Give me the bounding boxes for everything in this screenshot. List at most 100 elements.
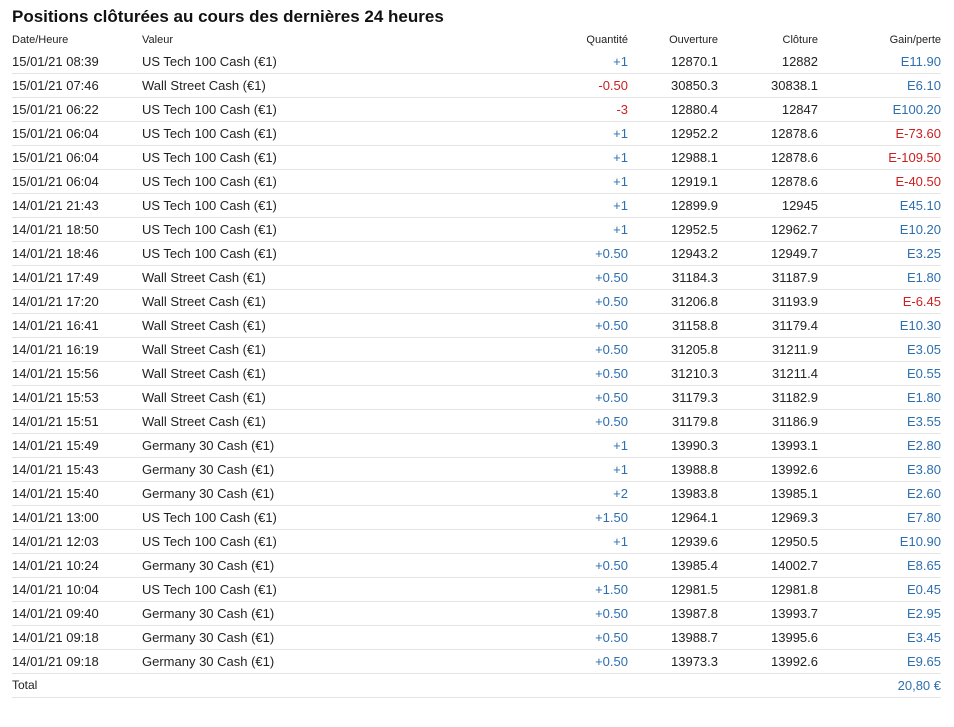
row-instrument: US Tech 100 Cash (€1)	[142, 50, 502, 74]
row-profit-loss: E-6.45	[818, 289, 941, 314]
column-header-name[interactable]: Valeur	[142, 31, 502, 50]
row-date: 15/01/21 06:04	[12, 169, 142, 194]
row-date: 14/01/21 17:20	[12, 289, 142, 314]
row-instrument: Wall Street Cash (€1)	[142, 265, 502, 290]
row-instrument: US Tech 100 Cash (€1)	[142, 529, 502, 554]
row-profit-loss: E9.65	[818, 649, 941, 674]
row-instrument: US Tech 100 Cash (€1)	[142, 169, 502, 194]
row-profit-loss: E0.55	[818, 361, 941, 386]
column-header-quantity[interactable]: Quantité	[502, 31, 628, 50]
table-row[interactable]: 14/01/21 09:18 Germany 30 Cash (€1) +0.50 1…	[12, 649, 941, 674]
row-open-price: 12988.1	[628, 145, 718, 170]
row-profit-loss: E0.45	[818, 577, 941, 602]
row-profit-loss: E10.20	[818, 217, 941, 242]
table-header-row: Date/Heure Valeur Quantité Ouverture Clô…	[12, 31, 941, 50]
row-quantity: +0.50	[502, 649, 628, 674]
table-row[interactable]: 14/01/21 18:46 US Tech 100 Cash (€1) +0.50…	[12, 241, 941, 266]
table-row[interactable]: 15/01/21 06:22 US Tech 100 Cash (€1) -3 128…	[12, 97, 941, 122]
row-date: 14/01/21 09:18	[12, 625, 142, 650]
row-instrument: Wall Street Cash (€1)	[142, 361, 502, 386]
row-quantity: +0.50	[502, 553, 628, 578]
row-open-price: 31184.3	[628, 265, 718, 290]
row-open-price: 30850.3	[628, 73, 718, 98]
row-close-price: 13992.6	[718, 457, 818, 482]
row-profit-loss: E-109.50	[818, 145, 941, 170]
table-row[interactable]: 14/01/21 17:49 Wall Street Cash (€1) +0.50…	[12, 265, 941, 290]
column-header-date[interactable]: Date/Heure	[12, 31, 142, 50]
table-row[interactable]: 14/01/21 15:53 Wall Street Cash (€1) +0.50…	[12, 385, 941, 410]
row-instrument: US Tech 100 Cash (€1)	[142, 97, 502, 122]
row-open-price: 13988.8	[628, 457, 718, 482]
table-row[interactable]: 14/01/21 15:56 Wall Street Cash (€1) +0.50…	[12, 361, 941, 386]
table-row[interactable]: 14/01/21 10:24 Germany 30 Cash (€1) +0.50 1…	[12, 553, 941, 578]
row-date: 15/01/21 06:04	[12, 145, 142, 170]
table-row[interactable]: 14/01/21 16:19 Wall Street Cash (€1) +0.50…	[12, 337, 941, 362]
row-open-price: 12939.6	[628, 529, 718, 554]
row-profit-loss: E45.10	[818, 193, 941, 218]
row-quantity: +1.50	[502, 505, 628, 530]
table-row[interactable]: 15/01/21 06:04 US Tech 100 Cash (€1) +1 129…	[12, 145, 941, 170]
row-date: 14/01/21 18:46	[12, 241, 142, 266]
row-close-price: 12949.7	[718, 241, 818, 266]
row-date: 14/01/21 16:41	[12, 313, 142, 338]
table-row[interactable]: 14/01/21 15:49 Germany 30 Cash (€1) +1 1399…	[12, 433, 941, 458]
row-open-price: 12919.1	[628, 169, 718, 194]
row-date: 15/01/21 06:04	[12, 121, 142, 146]
table-row[interactable]: 14/01/21 09:40 Germany 30 Cash (€1) +0.50 1…	[12, 601, 941, 626]
row-open-price: 13985.4	[628, 553, 718, 578]
row-profit-loss: E2.80	[818, 433, 941, 458]
table-row[interactable]: 15/01/21 06:04 US Tech 100 Cash (€1) +1 129…	[12, 121, 941, 146]
row-quantity: -0.50	[502, 73, 628, 98]
row-date: 14/01/21 09:18	[12, 649, 142, 674]
table-row[interactable]: 14/01/21 10:04 US Tech 100 Cash (€1) +1.50…	[12, 577, 941, 602]
row-quantity: +0.50	[502, 313, 628, 338]
row-open-price: 13983.8	[628, 481, 718, 506]
row-quantity: +1	[502, 193, 628, 218]
table-row[interactable]: 14/01/21 15:51 Wall Street Cash (€1) +0.50…	[12, 409, 941, 434]
table-row[interactable]: 14/01/21 12:03 US Tech 100 Cash (€1) +1 129…	[12, 529, 941, 554]
column-header-close[interactable]: Clôture	[718, 31, 818, 50]
row-profit-loss: E-73.60	[818, 121, 941, 146]
table-row[interactable]: 14/01/21 21:43 US Tech 100 Cash (€1) +1 128…	[12, 193, 941, 218]
row-close-price: 12950.5	[718, 529, 818, 554]
row-close-price: 13995.6	[718, 625, 818, 650]
page-title: Positions clôturées au cours des dernièr…	[12, 7, 444, 26]
column-header-profit-loss[interactable]: Gain/perte	[818, 31, 941, 50]
row-instrument: Germany 30 Cash (€1)	[142, 649, 502, 674]
row-close-price: 31193.9	[718, 289, 818, 314]
table-row[interactable]: 14/01/21 15:40 Germany 30 Cash (€1) +2 1398…	[12, 481, 941, 506]
row-open-price: 12880.4	[628, 97, 718, 122]
row-date: 14/01/21 15:40	[12, 481, 142, 506]
row-instrument: US Tech 100 Cash (€1)	[142, 241, 502, 266]
row-close-price: 31211.4	[718, 361, 818, 386]
row-date: 14/01/21 15:49	[12, 433, 142, 458]
row-profit-loss: E3.45	[818, 625, 941, 650]
table-row[interactable]: 14/01/21 15:43 Germany 30 Cash (€1) +1 1398…	[12, 457, 941, 482]
table-row[interactable]: 14/01/21 17:20 Wall Street Cash (€1) +0.50…	[12, 289, 941, 314]
row-open-price: 12943.2	[628, 241, 718, 266]
row-date: 14/01/21 21:43	[12, 193, 142, 218]
table-row[interactable]: 15/01/21 07:46 Wall Street Cash (€1) -0.50…	[12, 73, 941, 98]
row-quantity: +1	[502, 50, 628, 74]
row-close-price: 13993.7	[718, 601, 818, 626]
row-open-price: 13988.7	[628, 625, 718, 650]
row-open-price: 31179.8	[628, 409, 718, 434]
table-row[interactable]: 14/01/21 16:41 Wall Street Cash (€1) +0.50…	[12, 313, 941, 338]
row-profit-loss: E8.65	[818, 553, 941, 578]
row-profit-loss: E1.80	[818, 385, 941, 410]
table-row[interactable]: 15/01/21 08:39 US Tech 100 Cash (€1) +1 128…	[12, 50, 941, 74]
table-row[interactable]: 14/01/21 09:18 Germany 30 Cash (€1) +0.50 1…	[12, 625, 941, 650]
table-row[interactable]: 14/01/21 13:00 US Tech 100 Cash (€1) +1.50…	[12, 505, 941, 530]
row-close-price: 12882	[718, 50, 818, 74]
total-row: Total 20,80 €	[12, 673, 941, 698]
row-instrument: Germany 30 Cash (€1)	[142, 553, 502, 578]
row-profit-loss: E3.80	[818, 457, 941, 482]
row-profit-loss: E100.20	[818, 97, 941, 122]
row-date: 15/01/21 06:22	[12, 97, 142, 122]
row-instrument: US Tech 100 Cash (€1)	[142, 121, 502, 146]
table-row[interactable]: 14/01/21 18:50 US Tech 100 Cash (€1) +1 129…	[12, 217, 941, 242]
table-row[interactable]: 15/01/21 06:04 US Tech 100 Cash (€1) +1 129…	[12, 169, 941, 194]
row-date: 14/01/21 10:24	[12, 553, 142, 578]
row-instrument: US Tech 100 Cash (€1)	[142, 577, 502, 602]
column-header-open[interactable]: Ouverture	[628, 31, 718, 50]
